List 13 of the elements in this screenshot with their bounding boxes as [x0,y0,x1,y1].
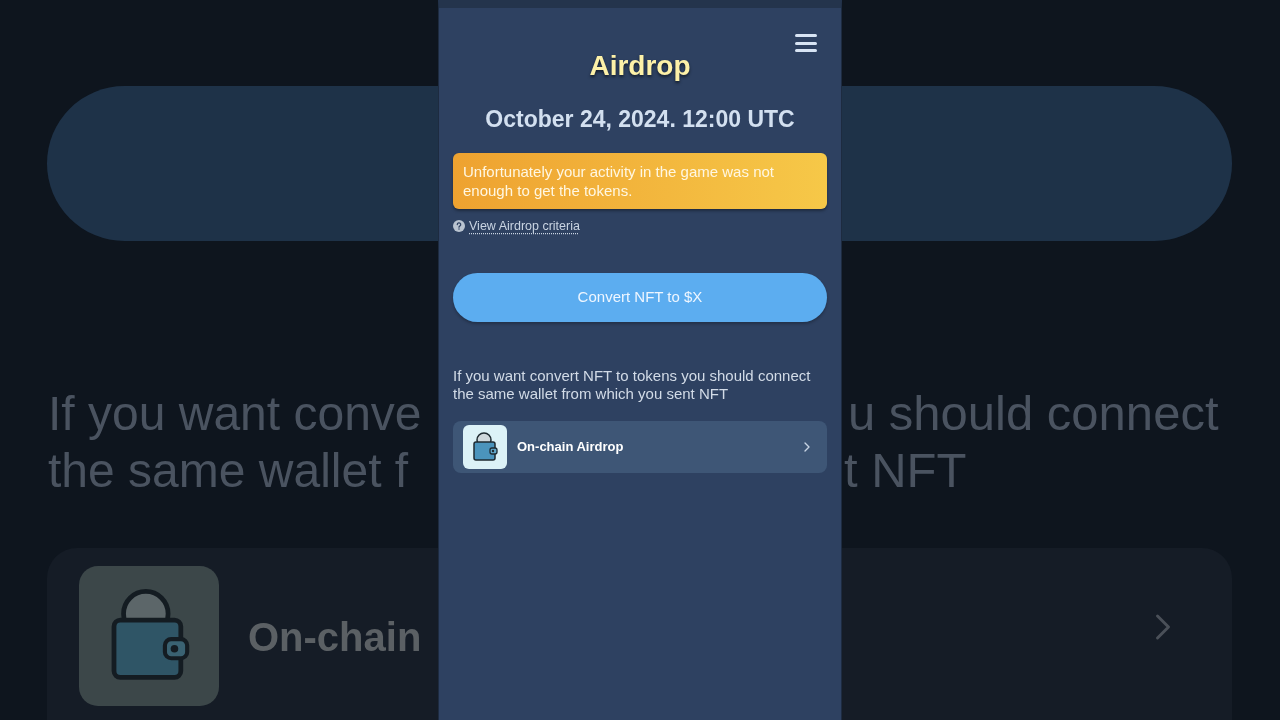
wallet-lock-icon [79,566,219,706]
menu-icon[interactable] [795,34,817,52]
warning-alert: Unfortunately your activity in the game was not enough to get the tokens. [453,153,827,209]
backdrop-text: If you want conve the same wallet f [47,386,422,499]
backdrop-card-label: On-chain [248,614,422,661]
page-title: Airdrop [589,49,691,83]
backdrop-text: u should connect t NFT [843,385,1219,499]
help-icon [453,220,465,232]
airdrop-date: October 24, 2024. 12:00 UTC [484,105,796,134]
wallet-lock-icon [463,425,507,469]
list-item[interactable]: On-chain Airdrop [453,421,827,473]
criteria-link[interactable]: View Airdrop criteria [469,218,580,234]
hint-text: If you want convert NFT to tokens you should connect the same wallet from which you sent NFT [453,367,812,403]
